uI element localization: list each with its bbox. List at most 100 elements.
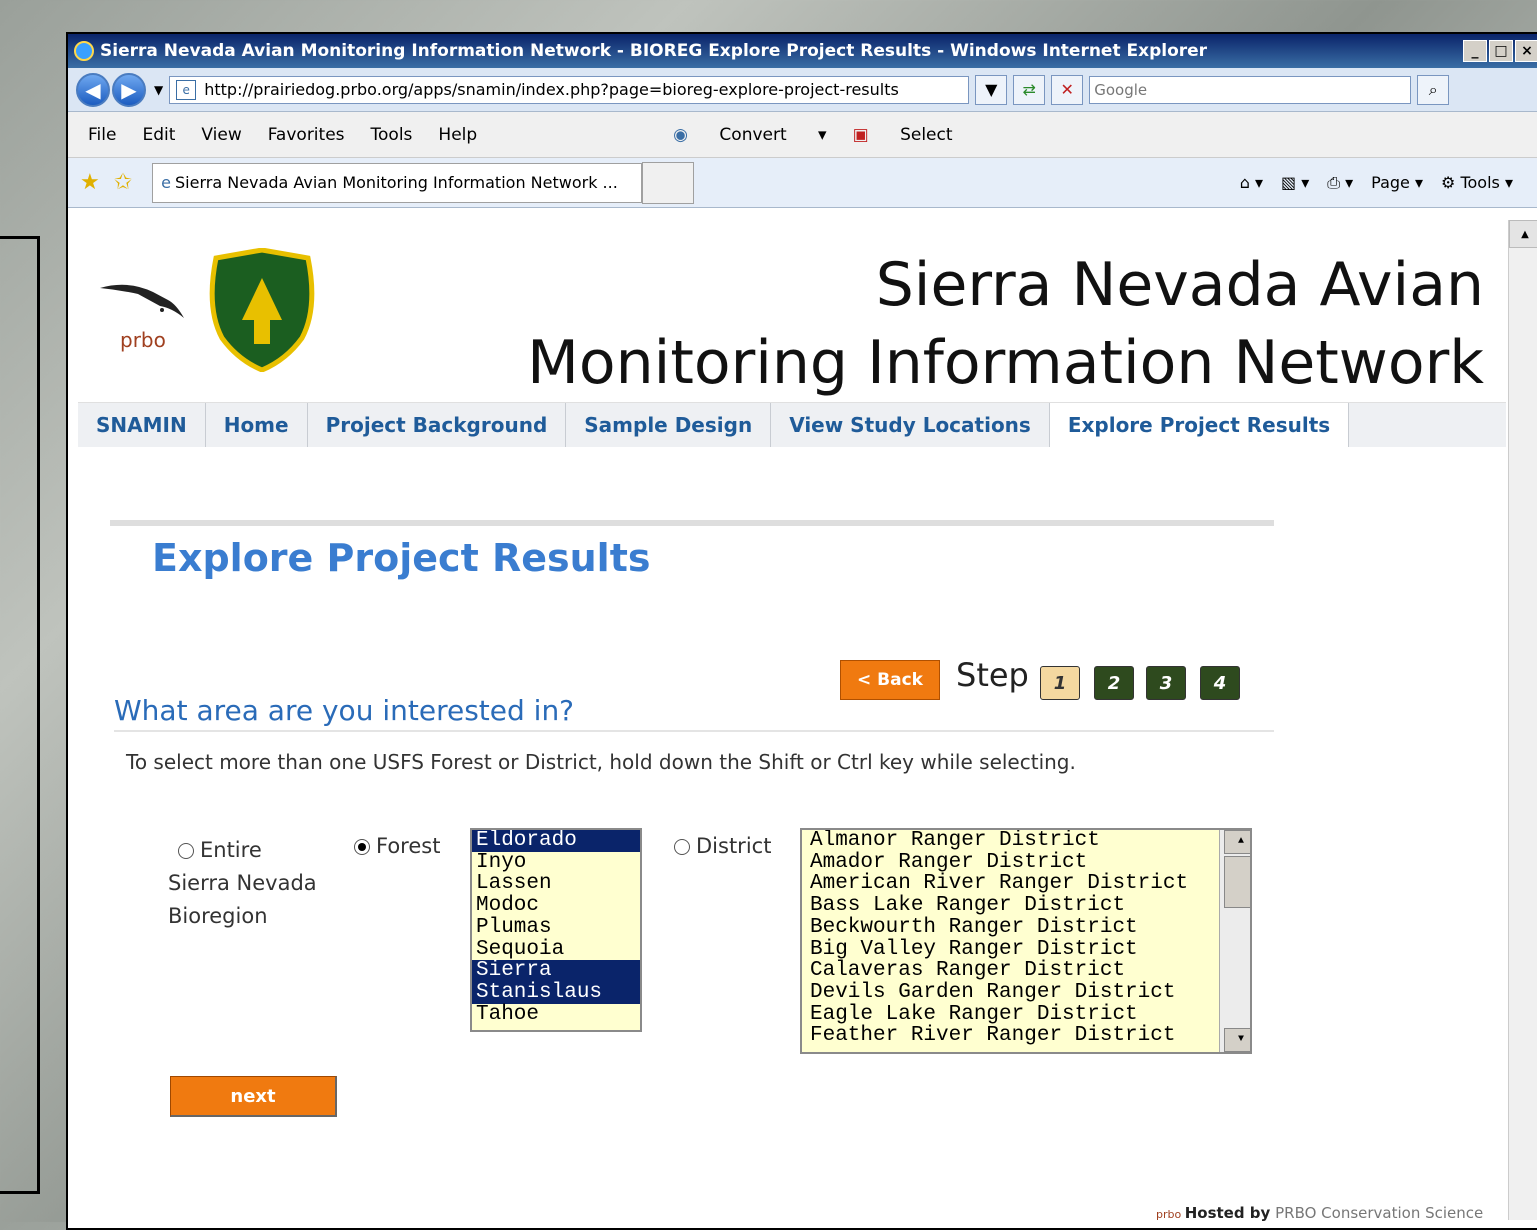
menu-view[interactable]: View <box>201 125 241 145</box>
forest-option-item[interactable]: Inyo <box>472 851 640 874</box>
forest-option-item[interactable]: Lassen <box>472 873 640 895</box>
menu-file[interactable]: File <box>88 125 116 145</box>
hosted-prefix: Hosted by <box>1184 1204 1271 1222</box>
forest-option-item[interactable]: Sequoia <box>472 938 640 961</box>
menu-edit[interactable]: Edit <box>142 125 175 145</box>
page-menu-label: Page <box>1371 173 1410 192</box>
forest-option-item[interactable]: Stanislaus <box>472 982 640 1004</box>
maximize-button[interactable]: □ <box>1489 40 1513 62</box>
add-favorites-icon[interactable]: ✩ <box>114 170 132 195</box>
usfs-shield-logo <box>209 248 315 372</box>
site-header: prbo Sierra Nevada Avian Monitoring Info… <box>78 220 1506 402</box>
url-field[interactable]: e http://prairiedog.prbo.org/apps/snamin… <box>169 75 970 104</box>
stop-icon[interactable]: ✕ <box>1051 74 1084 105</box>
print-icon[interactable]: ⎙ ▾ <box>1327 173 1353 193</box>
back-arrow-icon[interactable]: ◀ <box>76 72 110 107</box>
chevron-down-icon[interactable]: ▼ <box>154 83 163 97</box>
window-title: Sierra Nevada Avian Monitoring Informati… <box>100 41 1208 61</box>
forward-arrow-icon[interactable]: ▶ <box>112 72 146 107</box>
page-content: prbo Sierra Nevada Avian Monitoring Info… <box>78 220 1506 1222</box>
refresh-icon[interactable]: ⇄ <box>1013 74 1046 105</box>
gear-icon: ⚙ <box>1441 173 1456 192</box>
forest-radio[interactable] <box>354 839 370 855</box>
district-radio[interactable] <box>674 839 690 855</box>
convert-button[interactable]: ◉ Convert ▾ <box>673 125 826 145</box>
search-input[interactable]: Google <box>1089 75 1412 104</box>
home-icon[interactable]: ⌂ ▾ <box>1240 173 1263 192</box>
select-button[interactable]: ▣ Select <box>853 125 979 145</box>
step-2-button[interactable]: 2 <box>1094 666 1134 700</box>
minimize-button[interactable]: _ <box>1463 40 1487 62</box>
tools-menu[interactable]: ⚙ Tools ▾ <box>1441 173 1513 192</box>
scroll-up-icon[interactable]: ▲ <box>1224 830 1250 854</box>
select-label: Select <box>900 124 953 145</box>
tab-bar: ★ ✩ e Sierra Nevada Avian Monitoring Inf… <box>68 158 1537 208</box>
scroll-thumb[interactable] <box>1224 856 1250 908</box>
district-option-item[interactable]: Eagle Lake Ranger District <box>806 1003 1250 1026</box>
title-bar: Sierra Nevada Avian Monitoring Informati… <box>68 34 1537 68</box>
district-option-item[interactable]: Bass Lake Ranger District <box>806 895 1250 917</box>
nav-home[interactable]: Home <box>206 403 308 447</box>
site-title: Sierra Nevada Avian Monitoring Informati… <box>527 246 1484 402</box>
browser-window: Sierra Nevada Avian Monitoring Informati… <box>66 32 1537 1230</box>
forest-option-item[interactable]: Sierra <box>472 960 640 982</box>
district-option[interactable]: District <box>674 834 771 858</box>
district-option-item[interactable]: Big Valley Ranger District <box>806 938 1250 961</box>
divider <box>110 520 1274 526</box>
dropdown-icon[interactable]: ▼ <box>975 74 1008 105</box>
nav-snamin[interactable]: SNAMIN <box>78 403 206 447</box>
ie-icon <box>74 41 94 61</box>
nav-view-study-locations[interactable]: View Study Locations <box>771 403 1050 447</box>
district-scrollbar[interactable]: ▲ ▼ <box>1219 830 1250 1052</box>
forest-option-item[interactable]: Plumas <box>472 917 640 939</box>
new-tab-button[interactable] <box>642 161 695 204</box>
district-option-item[interactable]: Beckwourth Ranger District <box>806 917 1250 939</box>
next-button[interactable]: next <box>170 1076 337 1117</box>
tab-ie-icon: e <box>161 173 172 192</box>
tab-active[interactable]: e Sierra Nevada Avian Monitoring Informa… <box>152 162 643 203</box>
entire-option[interactable]: Entire Sierra Nevada Bioregion <box>168 834 317 933</box>
forest-option-item[interactable]: Modoc <box>472 895 640 917</box>
district-option-item[interactable]: American River Ranger District <box>806 873 1250 895</box>
feeds-icon[interactable]: ▧ ▾ <box>1281 173 1309 192</box>
menu-help[interactable]: Help <box>438 125 477 145</box>
forest-option-item[interactable]: Eldorado <box>472 830 640 852</box>
site-title-line2: Monitoring Information Network <box>527 328 1484 398</box>
step-3-button[interactable]: 3 <box>1146 666 1186 700</box>
forest-option[interactable]: Forest <box>354 834 440 858</box>
district-option-item[interactable]: Feather River Ranger District <box>806 1025 1250 1047</box>
step-label: Step <box>956 656 1029 694</box>
forest-option-item[interactable]: Tahoe <box>472 1003 640 1026</box>
district-option-item[interactable]: Almanor Ranger District <box>806 830 1250 852</box>
tools-menu-label: Tools <box>1460 173 1500 192</box>
search-icon[interactable]: ⌕ <box>1417 74 1450 105</box>
nav-project-background[interactable]: Project Background <box>308 403 567 447</box>
back-button[interactable]: < Back <box>840 660 940 700</box>
entire-radio[interactable] <box>178 843 194 859</box>
scroll-down-icon[interactable]: ▼ <box>1224 1028 1250 1052</box>
search-placeholder: Google <box>1094 80 1148 99</box>
menu-favorites[interactable]: Favorites <box>268 125 345 145</box>
nav-explore-project-results[interactable]: Explore Project Results <box>1049 403 1350 447</box>
district-listbox[interactable]: Almanor Ranger District Amador Ranger Dis… <box>800 828 1252 1054</box>
page-scroll-up-icon[interactable]: ▲ <box>1509 220 1537 248</box>
close-button[interactable]: × <box>1515 40 1537 62</box>
menu-tools[interactable]: Tools <box>371 125 413 145</box>
site-title-line1: Sierra Nevada Avian <box>875 250 1484 320</box>
nav-sample-design[interactable]: Sample Design <box>566 403 772 447</box>
step-1-button[interactable]: 1 <box>1040 666 1080 700</box>
convert-icon: ◉ <box>673 124 689 145</box>
instruction-text: To select more than one USFS Forest or D… <box>126 750 1076 774</box>
hosted-org-link[interactable]: PRBO Conservation Science <box>1275 1204 1483 1222</box>
page-scrollbar[interactable]: ▲ <box>1508 220 1537 1220</box>
favorites-star-icon[interactable]: ★ <box>80 170 100 195</box>
step-4-button[interactable]: 4 <box>1200 666 1240 700</box>
page-menu[interactable]: Page ▾ <box>1371 173 1423 192</box>
district-option-item[interactable]: Devils Garden Ranger District <box>806 982 1250 1004</box>
district-option-item[interactable]: Calaveras Ranger District <box>806 960 1250 982</box>
background-frame <box>0 236 40 1194</box>
district-option-item[interactable]: Amador Ranger District <box>806 851 1250 874</box>
forest-listbox[interactable]: Eldorado Inyo Lassen Modoc Plumas Sequoia Sier… <box>470 828 642 1032</box>
site-nav: SNAMIN Home Project Background Sample De… <box>78 402 1506 447</box>
menu-bar: File Edit View Favorites Tools Help ◉ Co… <box>68 112 1537 158</box>
